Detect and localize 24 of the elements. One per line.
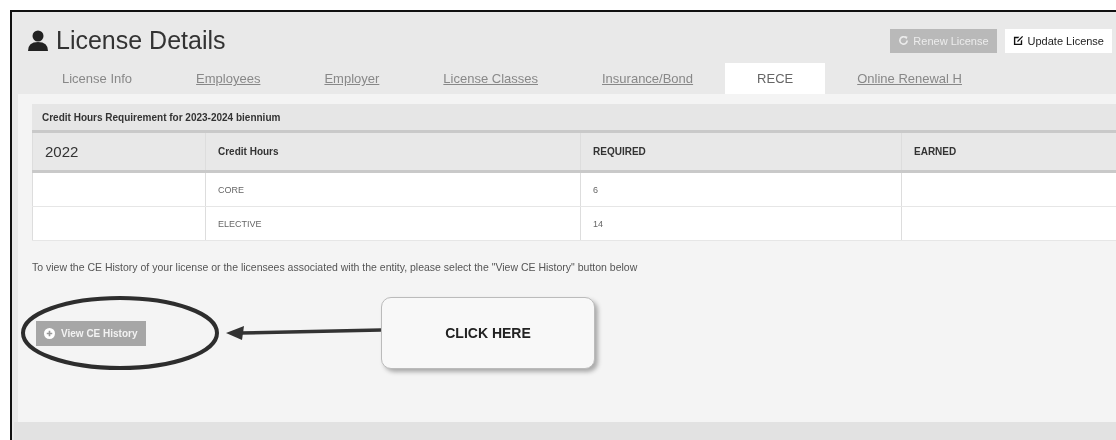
table-cell: ELECTIVE (205, 206, 581, 241)
edit-icon (1012, 35, 1024, 46)
callout-box: CLICK HERE (381, 297, 595, 369)
column-header: REQUIRED (580, 133, 902, 172)
refresh-icon (898, 35, 910, 46)
table-cell: 6 (580, 171, 902, 207)
tab[interactable]: Insurance/Bond (570, 63, 726, 94)
table-cell: CORE (205, 171, 581, 207)
tab[interactable]: RECE (725, 63, 826, 94)
instruction-text: To view the CE History of your license or the licensees associated with the entity, please select the "View CE History" button below (32, 261, 639, 273)
tab[interactable]: Employees (164, 63, 293, 94)
table-cell: 14 (580, 206, 902, 241)
column-header: Credit Hours (205, 133, 581, 172)
title-text: License Details (56, 26, 226, 55)
table-caption: Credit Hours Requirement for 2023-2024 biennium (32, 104, 1116, 133)
user-icon (28, 29, 48, 52)
action-button[interactable]: Update License (1004, 28, 1112, 53)
plus-circle-icon (44, 327, 55, 339)
column-header: 2022 (32, 133, 206, 172)
column-header: EARNED (901, 133, 1116, 172)
tab[interactable]: Online Renewal H (825, 63, 994, 94)
tab[interactable]: License Classes (411, 63, 570, 94)
tab[interactable]: Employer (292, 63, 412, 94)
tab[interactable]: License Info (28, 63, 165, 94)
